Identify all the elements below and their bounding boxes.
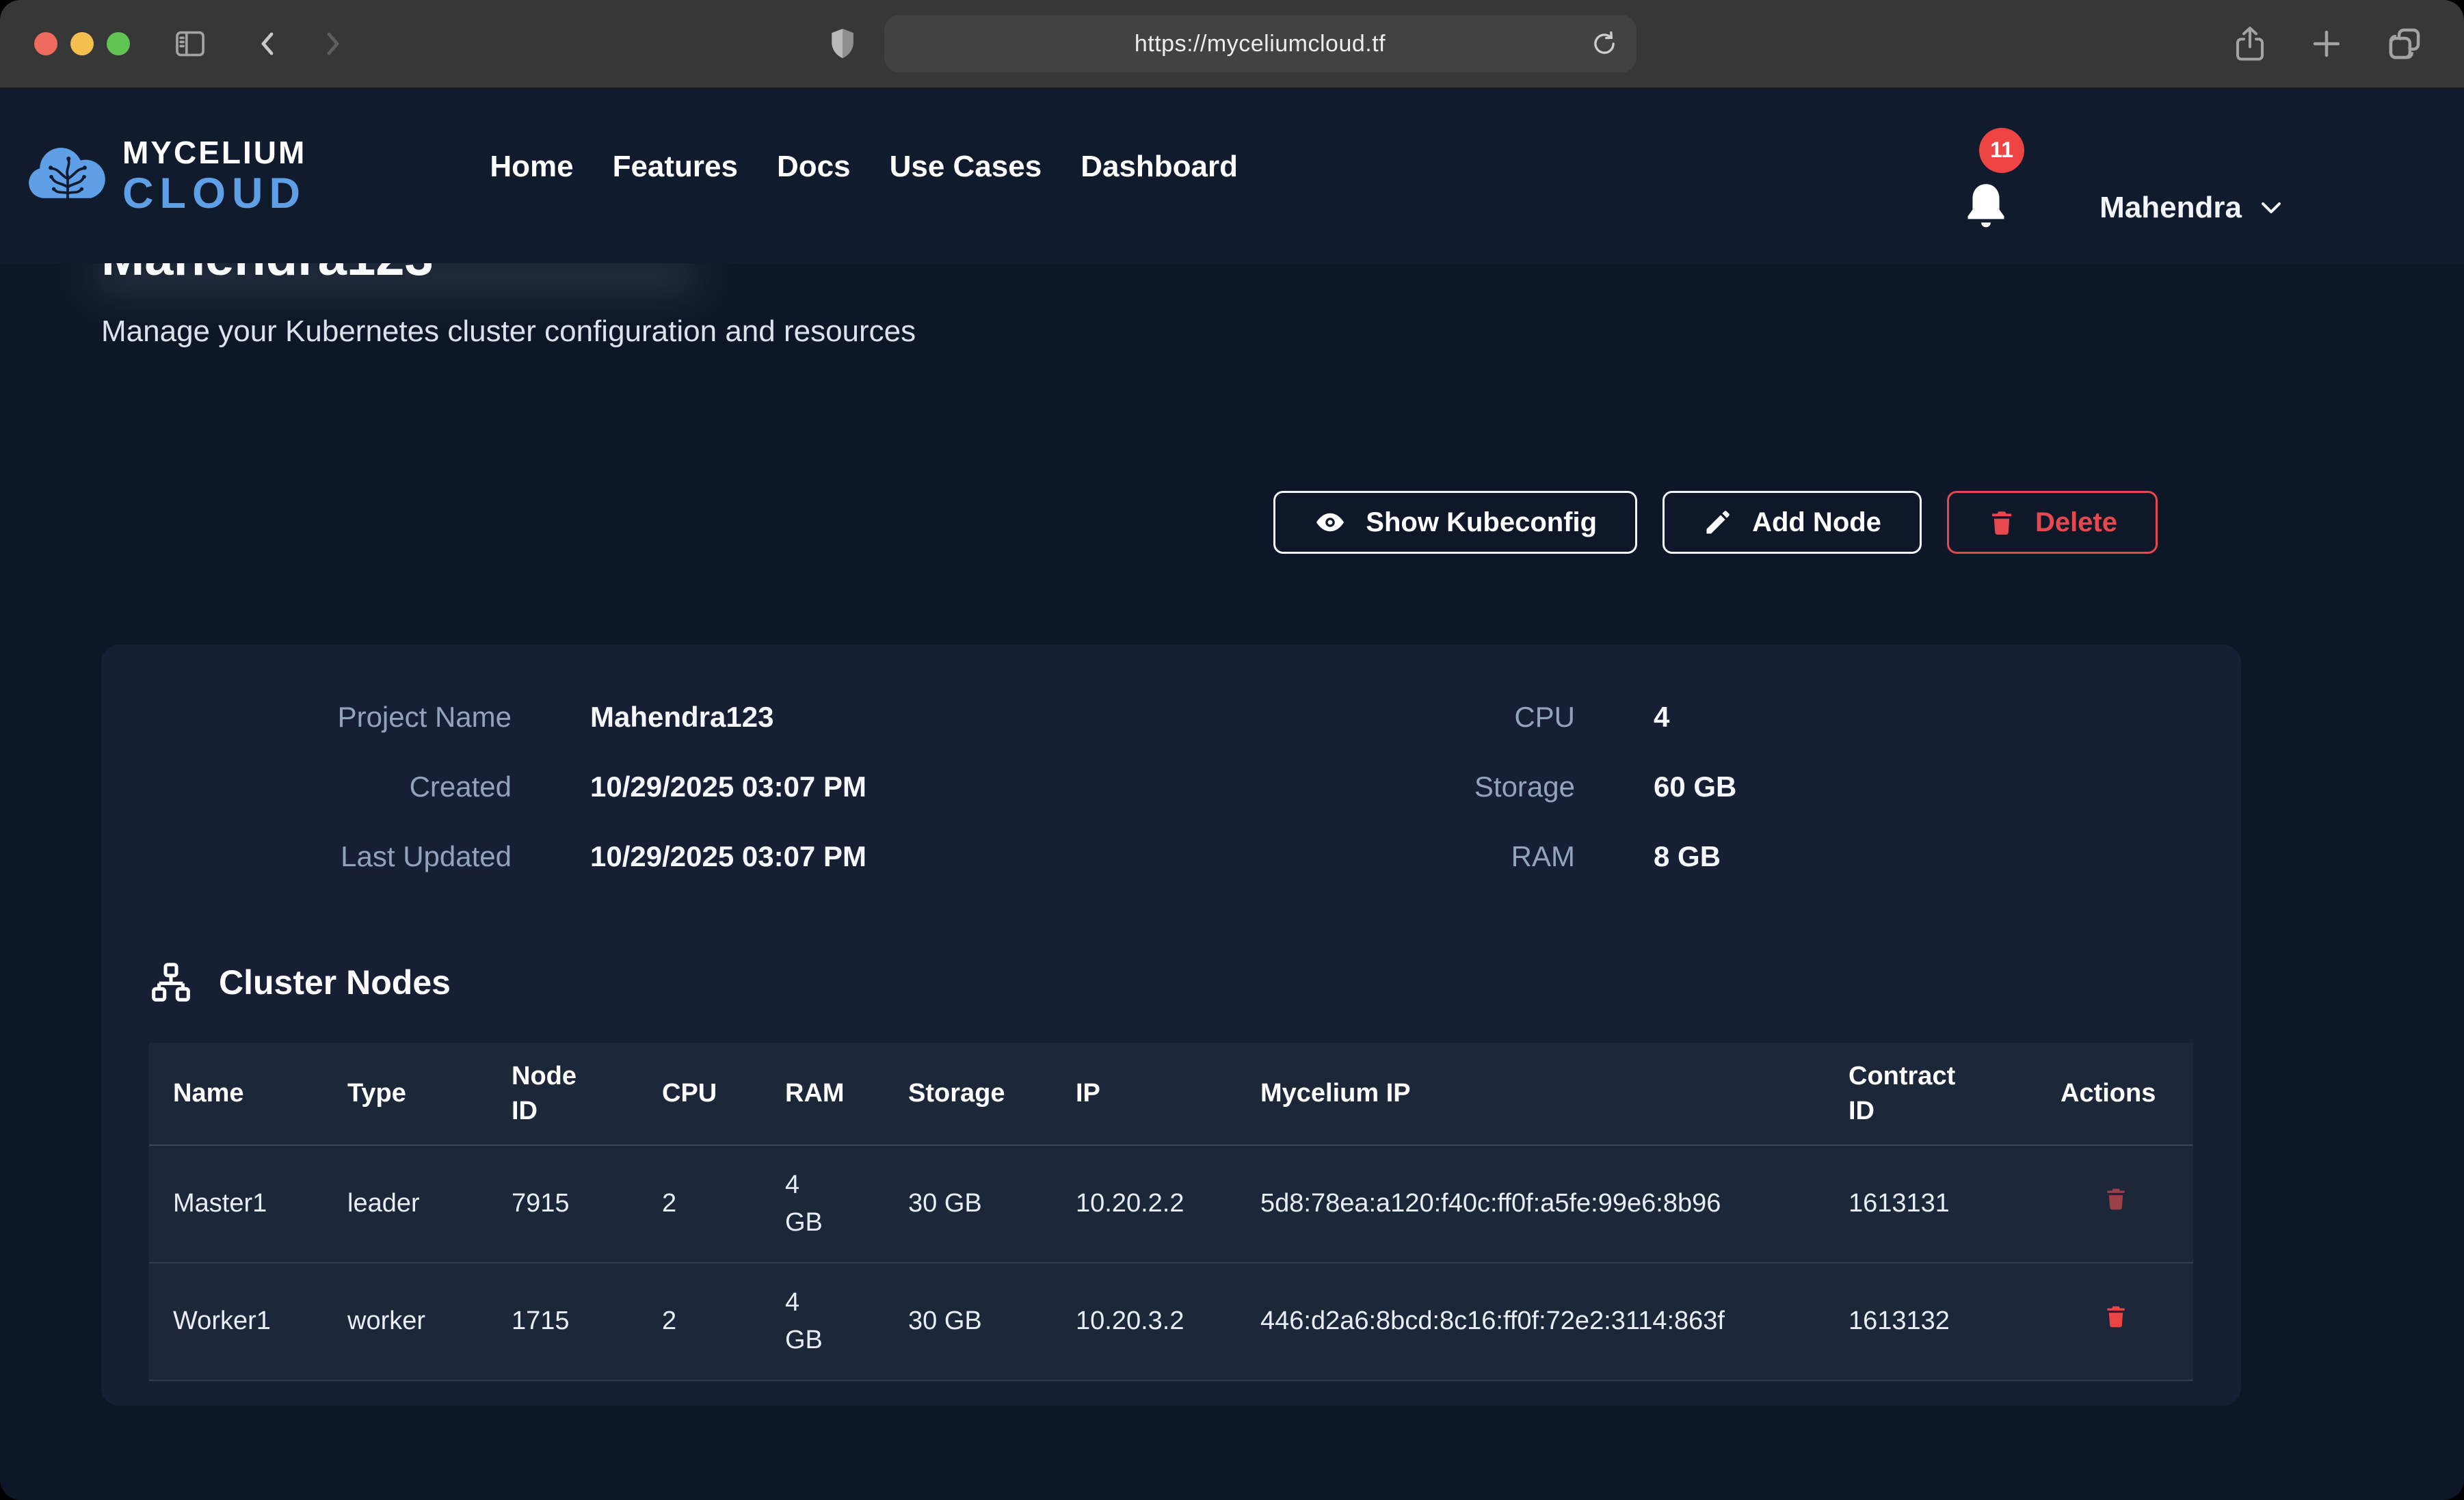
column-header-ram: RAM: [785, 1043, 908, 1144]
cell-cpu: 2: [662, 1263, 785, 1380]
address-bar-area: https://myceliumcloud.tf: [828, 15, 1637, 72]
delete-node-button[interactable]: [2061, 1183, 2129, 1214]
brand-logo[interactable]: MYCELIUM CLOUD: [24, 137, 306, 215]
last-updated-value: 10/29/2025 03:07 PM: [590, 840, 1206, 873]
nav-link-features[interactable]: Features: [613, 150, 738, 184]
column-header-storage: Storage: [908, 1043, 1076, 1144]
mycelium-cloud-logo-icon: [24, 141, 111, 211]
cell-storage: 30 GB: [908, 1145, 1076, 1263]
overview-label: CPU: [1206, 701, 1575, 734]
cell-contract-id: 1613132: [1849, 1263, 2061, 1380]
cell-type: leader: [347, 1145, 512, 1263]
overview-grid: Project Name Mahendra123 Created 10/29/2…: [149, 701, 2193, 873]
column-header-actions: Actions: [2061, 1043, 2193, 1144]
storage-value: 60 GB: [1654, 771, 2193, 803]
window-close-button[interactable]: [34, 32, 57, 55]
nav-link-use-cases[interactable]: Use Cases: [890, 150, 1042, 184]
trash-icon: [1987, 507, 2016, 537]
tab-overview-icon[interactable]: [2385, 25, 2424, 63]
overview-label: Project Name: [149, 701, 512, 734]
cpu-value: 4: [1654, 701, 2193, 734]
trash-icon: [2103, 1301, 2129, 1331]
cell-cpu: 2: [662, 1145, 785, 1263]
chevron-down-icon: [2260, 200, 2283, 216]
back-button[interactable]: [252, 25, 284, 62]
cell-ram: 4 GB: [785, 1263, 908, 1380]
refresh-icon[interactable]: [1590, 28, 1619, 59]
column-header-ip: IP: [1076, 1043, 1260, 1144]
site-navbar: MYCELIUM CLOUD Home Features Docs Use Ca…: [0, 89, 2464, 263]
show-kubeconfig-button[interactable]: Show Kubeconfig: [1273, 491, 1637, 554]
username: Mahendra: [2099, 191, 2242, 225]
browser-toolbar: https://myceliumcloud.tf: [0, 0, 2464, 89]
cluster-overview-card: Project Name Mahendra123 Created 10/29/2…: [101, 645, 2241, 1406]
brand-line1: MYCELIUM: [122, 137, 306, 168]
window-minimize-button[interactable]: [70, 32, 94, 55]
overview-label: Storage: [1206, 771, 1575, 803]
project-name-value: Mahendra123: [590, 701, 1206, 734]
ram-value: 8 GB: [1654, 840, 2193, 873]
new-tab-icon[interactable]: [2308, 25, 2345, 62]
created-value: 10/29/2025 03:07 PM: [590, 771, 1206, 803]
trash-icon: [2103, 1183, 2129, 1214]
overview-label: RAM: [1206, 840, 1575, 873]
notification-badge: 11: [1979, 128, 2024, 173]
share-icon[interactable]: [2231, 23, 2268, 65]
column-header-node-id: Node ID: [512, 1043, 662, 1144]
cell-node-id: 7915: [512, 1145, 662, 1263]
cell-type: worker: [347, 1263, 512, 1380]
cell-ip: 10.20.3.2: [1076, 1263, 1260, 1380]
cluster-nodes-table: Name Type Node ID CPU RAM Storage IP Myc…: [149, 1043, 2193, 1381]
cell-actions: [2061, 1145, 2193, 1263]
overview-label: Last Updated: [149, 840, 512, 873]
window-zoom-button[interactable]: [107, 32, 130, 55]
page-subtitle: Manage your Kubernetes cluster configura…: [101, 314, 2464, 349]
delete-cluster-button[interactable]: Delete: [1947, 491, 2158, 554]
url-text: https://myceliumcloud.tf: [1135, 31, 1386, 57]
cluster-sitemap-icon: [149, 961, 193, 1004]
sidebar-toggle-icon[interactable]: [171, 26, 209, 62]
table-row: Worker1 worker 1715 2 4 GB 30 GB 10.20.3…: [149, 1263, 2193, 1380]
cluster-nodes-heading: Cluster Nodes: [149, 961, 2193, 1004]
add-node-button[interactable]: Add Node: [1662, 491, 1922, 554]
cell-ram: 4 GB: [785, 1145, 908, 1263]
cell-name: Master1: [149, 1145, 347, 1263]
delete-node-button[interactable]: [2061, 1301, 2129, 1331]
overview-label: Created: [149, 771, 512, 803]
brand-line2: CLOUD: [122, 172, 306, 215]
column-header-mycelium-ip: Mycelium IP: [1260, 1043, 1849, 1144]
traffic-lights: [0, 32, 130, 55]
cell-storage: 30 GB: [908, 1263, 1076, 1380]
cell-mycelium-ip: 5d8:78ea:a120:f40c:ff0f:a5fe:99e6:8b96: [1260, 1145, 1849, 1263]
column-header-name: Name: [149, 1043, 347, 1144]
cell-contract-id: 1613131: [1849, 1145, 2061, 1263]
main-content: Mahendra123 Manage your Kubernetes clust…: [0, 228, 2464, 1406]
nav-links: Home Features Docs Use Cases Dashboard: [490, 150, 1238, 184]
table-row: Master1 leader 7915 2 4 GB 30 GB 10.20.2…: [149, 1145, 2193, 1263]
cell-mycelium-ip: 446:d2a6:8bcd:8c16:ff0f:72e2:3114:863f: [1260, 1263, 1849, 1380]
column-header-type: Type: [347, 1043, 512, 1144]
cell-actions: [2061, 1263, 2193, 1380]
column-header-contract-id: Contract ID: [1849, 1043, 2061, 1144]
cell-node-id: 1715: [512, 1263, 662, 1380]
table-header-row: Name Type Node ID CPU RAM Storage IP Myc…: [149, 1043, 2193, 1144]
cluster-actions-row: Show Kubeconfig Add Node Delete: [0, 491, 2158, 554]
forward-button[interactable]: [316, 25, 349, 62]
privacy-shield-icon[interactable]: [828, 26, 857, 62]
eye-icon: [1314, 506, 1347, 539]
nav-link-dashboard[interactable]: Dashboard: [1081, 150, 1238, 184]
pencil-icon: [1703, 507, 1733, 537]
nav-link-docs[interactable]: Docs: [777, 150, 851, 184]
nav-link-home[interactable]: Home: [490, 150, 573, 184]
cell-name: Worker1: [149, 1263, 347, 1380]
url-bar[interactable]: https://myceliumcloud.tf: [884, 15, 1637, 72]
navbar-right: 11 Mahendra: [1960, 180, 2283, 236]
toolbar-right-actions: [2231, 23, 2424, 65]
user-menu[interactable]: Mahendra: [2099, 191, 2283, 225]
browser-window: https://myceliumcloud.tf: [0, 0, 2464, 1500]
column-header-cpu: CPU: [662, 1043, 785, 1144]
cell-ip: 10.20.2.2: [1076, 1145, 1260, 1263]
notifications-bell-icon[interactable]: 11: [1960, 180, 2012, 236]
